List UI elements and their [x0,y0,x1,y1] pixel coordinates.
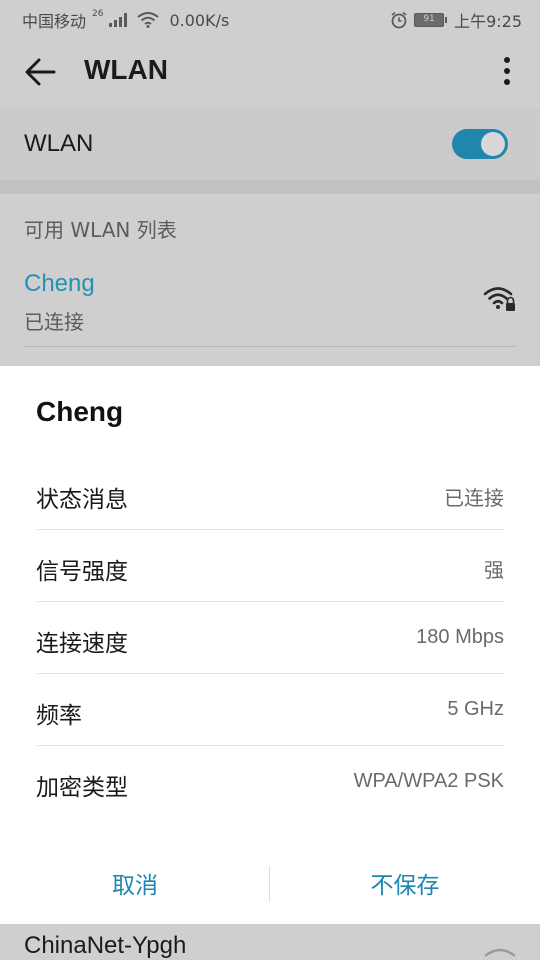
battery-icon: 91 [414,13,448,27]
app-header: WLAN [0,36,540,108]
detail-key: 加密类型 [36,775,128,801]
list-divider [24,346,516,347]
detail-row-security: 加密类型 WPA/WPA2 PSK [36,746,504,818]
wlan-switch-label: WLAN [24,130,94,157]
wifi-status-icon [137,12,160,28]
page-title: WLAN [84,54,168,85]
wifi-signal-icon [484,948,516,957]
connected-network-status: 已连接 [24,310,84,334]
network-type-label: 26 [92,9,104,19]
detail-value: 已连接 [444,488,504,510]
cell-signal-icon [109,13,128,27]
forget-network-button[interactable]: 不保存 [270,866,540,906]
wlan-switch-row[interactable]: WLAN [0,108,540,180]
detail-key: 连接速度 [36,631,128,657]
detail-row-status: 状态消息 已连接 [36,458,504,530]
section-title: 可用 WLAN 列表 [24,218,177,242]
detail-value: 5 GHz [447,698,504,720]
carrier-label: 中国移动 [22,12,87,31]
detail-key: 频率 [36,703,82,729]
detail-value: 强 [484,560,504,582]
dialog-actions: 取消 不保存 [0,852,540,924]
wifi-locked-icon [483,287,515,311]
detail-row-speed: 连接速度 180 Mbps [36,602,504,674]
wlan-toggle[interactable] [452,129,508,159]
section-divider [0,180,540,194]
dialog-title: Cheng [36,396,124,427]
status-right: 91 上午9:25 [390,8,522,32]
back-arrow-icon[interactable] [22,54,58,90]
network-name: ChinaNet-Ypgh [24,932,187,959]
detail-value: WPA/WPA2 PSK [353,770,504,792]
detail-row-signal: 信号强度 强 [36,530,504,602]
toggle-knob [481,132,505,156]
more-options-icon[interactable] [492,54,522,90]
alarm-icon [391,11,407,29]
cancel-button[interactable]: 取消 [0,866,270,906]
network-list-item[interactable]: ChinaNet-Ypgh [0,924,540,960]
network-speed: 0.00K/s [169,10,230,30]
status-bar: 中国移动 26 0.00K/s 91 上午9:25 [0,0,540,36]
detail-key: 信号强度 [36,559,128,585]
connected-network-name[interactable]: Cheng [24,270,95,298]
detail-key: 状态消息 [36,487,128,513]
network-details-dialog: Cheng 状态消息 已连接 信号强度 强 连接速度 180 Mbps 频率 5… [0,366,540,924]
detail-row-frequency: 频率 5 GHz [36,674,504,746]
clock: 上午9:25 [454,12,522,31]
detail-value: 180 Mbps [416,626,504,648]
network-list: 可用 WLAN 列表 Cheng 已连接 [0,194,540,366]
status-left: 中国移动 26 0.00K/s [22,8,229,32]
